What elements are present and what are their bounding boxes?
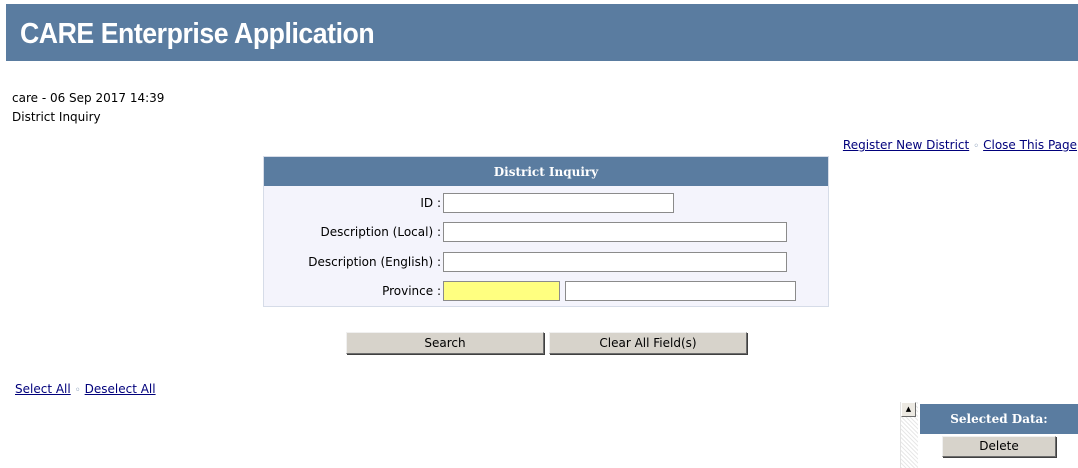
close-page-link[interactable]: Close This Page	[983, 138, 1077, 152]
search-button[interactable]: Search	[346, 332, 544, 354]
scroll-up-arrow-icon[interactable]: ▲	[901, 402, 916, 417]
description-local-row: Description (Local) :	[264, 222, 830, 244]
page-title: District Inquiry	[12, 110, 101, 124]
id-input[interactable]	[443, 193, 674, 213]
form-header: District Inquiry	[264, 157, 828, 186]
description-english-input[interactable]	[443, 252, 787, 272]
session-user-line: care - 06 Sep 2017 14:39	[12, 91, 165, 105]
link-separator: ◦	[973, 141, 980, 152]
description-english-row: Description (English) :	[264, 252, 830, 274]
deselect-all-link[interactable]: Deselect All	[85, 382, 156, 396]
description-english-label: Description (English) :	[308, 255, 441, 269]
id-row: ID :	[264, 193, 830, 215]
id-label: ID :	[420, 196, 441, 210]
register-new-district-link[interactable]: Register New District	[843, 138, 969, 152]
description-local-input[interactable]	[443, 222, 787, 242]
province-row: Province :	[264, 281, 830, 303]
selection-links: Select All ◦ Deselect All	[15, 382, 156, 396]
province-code-input[interactable]	[443, 281, 560, 301]
select-all-link[interactable]: Select All	[15, 382, 71, 396]
selected-data-panel: Selected Data: Delete	[920, 404, 1078, 468]
top-links: Register New District ◦ Close This Page	[843, 138, 1077, 152]
link-separator: ◦	[74, 385, 81, 396]
province-label: Province :	[382, 284, 441, 298]
description-local-label: Description (Local) :	[320, 225, 441, 239]
delete-button[interactable]: Delete	[942, 436, 1056, 457]
app-title: CARE Enterprise Application	[20, 18, 375, 50]
province-name-input[interactable]	[565, 281, 796, 301]
clear-all-fields-button[interactable]: Clear All Field(s)	[549, 332, 747, 354]
app-banner: CARE Enterprise Application	[6, 4, 1078, 61]
selected-data-header: Selected Data:	[920, 404, 1078, 434]
vertical-scrollbar[interactable]: ▲	[900, 402, 918, 468]
district-inquiry-form: District Inquiry ID : Description (Local…	[263, 156, 829, 307]
